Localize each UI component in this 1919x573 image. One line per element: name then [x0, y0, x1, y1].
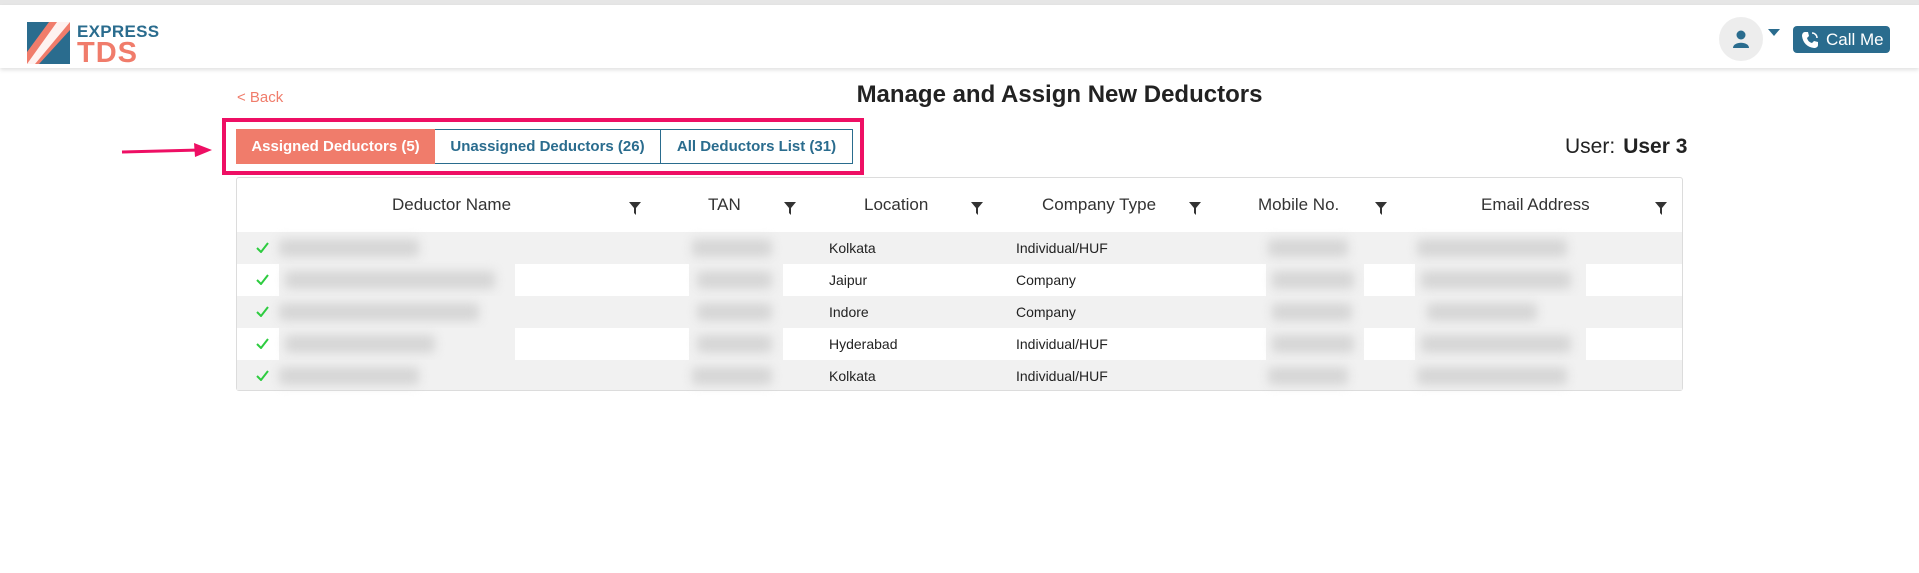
call-me-button[interactable]: Call Me	[1793, 26, 1890, 53]
redacted-mobile	[1268, 367, 1348, 385]
redacted-deductor-name	[279, 367, 419, 385]
redacted-deductor-name	[279, 239, 419, 257]
annotation-arrow-icon	[121, 143, 212, 157]
location-cell: Indore	[829, 304, 869, 320]
page-title: Manage and Assign New Deductors	[856, 81, 1263, 108]
logo-text-tds: TDS	[77, 37, 138, 69]
filter-icon[interactable]	[1189, 202, 1201, 215]
redacted-email	[1427, 303, 1537, 321]
filter-icon[interactable]	[629, 202, 641, 215]
table-row[interactable]: Hyderabad Individual/HUF	[237, 328, 1682, 360]
logo-mark-icon	[27, 22, 70, 64]
redacted-deductor-name	[285, 271, 495, 289]
column-header-tan[interactable]: TAN	[708, 195, 741, 215]
location-cell: Kolkata	[829, 240, 876, 256]
redacted-email	[1417, 239, 1567, 257]
location-cell: Kolkata	[829, 368, 876, 384]
company-type-cell: Company	[1016, 272, 1076, 288]
tab-unassigned-deductors[interactable]: Unassigned Deductors (26)	[435, 129, 661, 164]
table-header: Deductor Name TAN Location Company Type …	[237, 178, 1682, 233]
redacted-mobile	[1272, 303, 1352, 321]
check-icon	[256, 338, 269, 349]
filter-icon[interactable]	[784, 202, 796, 215]
filter-icon[interactable]	[1375, 202, 1387, 215]
table-row[interactable]: Jaipur Company	[237, 264, 1682, 296]
user-label: User:	[1565, 135, 1616, 158]
redacted-email	[1417, 367, 1567, 385]
current-user: User: User 3	[1565, 135, 1687, 159]
table-row[interactable]: Kolkata Individual/HUF	[237, 360, 1682, 390]
company-type-cell: Individual/HUF	[1016, 336, 1108, 352]
redacted-mobile	[1272, 271, 1354, 289]
table-row[interactable]: Kolkata Individual/HUF	[237, 232, 1682, 264]
column-header-email-address[interactable]: Email Address	[1481, 195, 1590, 215]
deductors-table: Deductor Name TAN Location Company Type …	[236, 177, 1683, 391]
company-type-cell: Company	[1016, 304, 1076, 320]
tab-assigned-deductors[interactable]: Assigned Deductors (5)	[236, 129, 435, 164]
filter-icon[interactable]	[1655, 202, 1667, 215]
redacted-tan	[697, 271, 772, 289]
user-name: User 3	[1623, 135, 1688, 158]
column-header-company-type[interactable]: Company Type	[1042, 195, 1156, 215]
redacted-mobile	[1268, 239, 1348, 257]
company-type-cell: Individual/HUF	[1016, 240, 1108, 256]
app-header: EXPRESS TDS Call Me	[0, 5, 1919, 68]
user-avatar[interactable]	[1719, 17, 1763, 61]
filter-icon[interactable]	[971, 202, 983, 215]
phone-icon	[1802, 32, 1818, 48]
check-icon	[256, 274, 269, 285]
check-icon	[256, 306, 269, 317]
location-cell: Jaipur	[829, 272, 868, 288]
table-row[interactable]: Indore Company	[237, 296, 1682, 328]
brand-logo[interactable]: EXPRESS TDS	[27, 22, 159, 69]
redacted-mobile	[1272, 335, 1354, 353]
column-header-deductor-name[interactable]: Deductor Name	[392, 195, 511, 215]
call-me-label: Call Me	[1826, 30, 1884, 49]
check-icon	[256, 242, 269, 253]
check-icon	[256, 370, 269, 381]
redacted-tan	[697, 303, 772, 321]
redacted-tan	[697, 335, 772, 353]
location-cell: Hyderabad	[829, 336, 898, 352]
user-icon	[1733, 30, 1749, 48]
deductor-tabs: Assigned Deductors (5) Unassigned Deduct…	[236, 129, 853, 164]
redacted-email	[1421, 271, 1571, 289]
redacted-deductor-name	[279, 303, 479, 321]
company-type-cell: Individual/HUF	[1016, 368, 1108, 384]
column-header-mobile-no[interactable]: Mobile No.	[1258, 195, 1339, 215]
redacted-email	[1421, 335, 1571, 353]
tab-all-deductors[interactable]: All Deductors List (31)	[661, 129, 853, 164]
column-header-location[interactable]: Location	[864, 195, 928, 215]
redacted-deductor-name	[285, 335, 435, 353]
chevron-down-icon[interactable]	[1768, 29, 1780, 37]
redacted-tan	[692, 367, 772, 385]
redacted-tan	[692, 239, 772, 257]
